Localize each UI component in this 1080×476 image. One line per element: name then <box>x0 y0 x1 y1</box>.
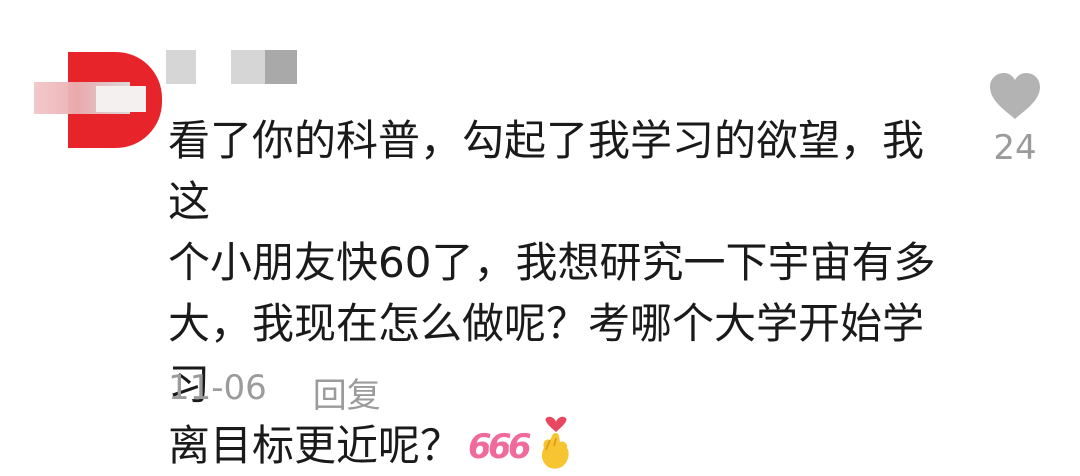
comment-body: 看了你的科普，勾起了我学习的欲望，我这 个小朋友快60了，我想研究一下宇宙有多 … <box>168 110 948 476</box>
comment-emojis: 666 <box>466 416 578 472</box>
avatar-white-patch <box>96 86 146 112</box>
finger-heart-icon <box>541 416 569 469</box>
heart-outline-icon <box>990 73 1040 119</box>
username-redacted-2[interactable] <box>231 50 265 84</box>
username-redacted-3[interactable] <box>265 50 297 84</box>
like-count: 24 <box>993 128 1037 168</box>
user-avatar[interactable] <box>30 50 162 150</box>
comment-meta: 11-06 回复 <box>168 368 381 417</box>
like-button[interactable]: 24 <box>984 70 1046 168</box>
666-sticker-icon: 666 <box>467 426 532 464</box>
comment-date: 11-06 <box>168 368 267 408</box>
username-redacted-1[interactable] <box>166 50 196 84</box>
reply-button[interactable]: 回复 <box>313 368 381 417</box>
